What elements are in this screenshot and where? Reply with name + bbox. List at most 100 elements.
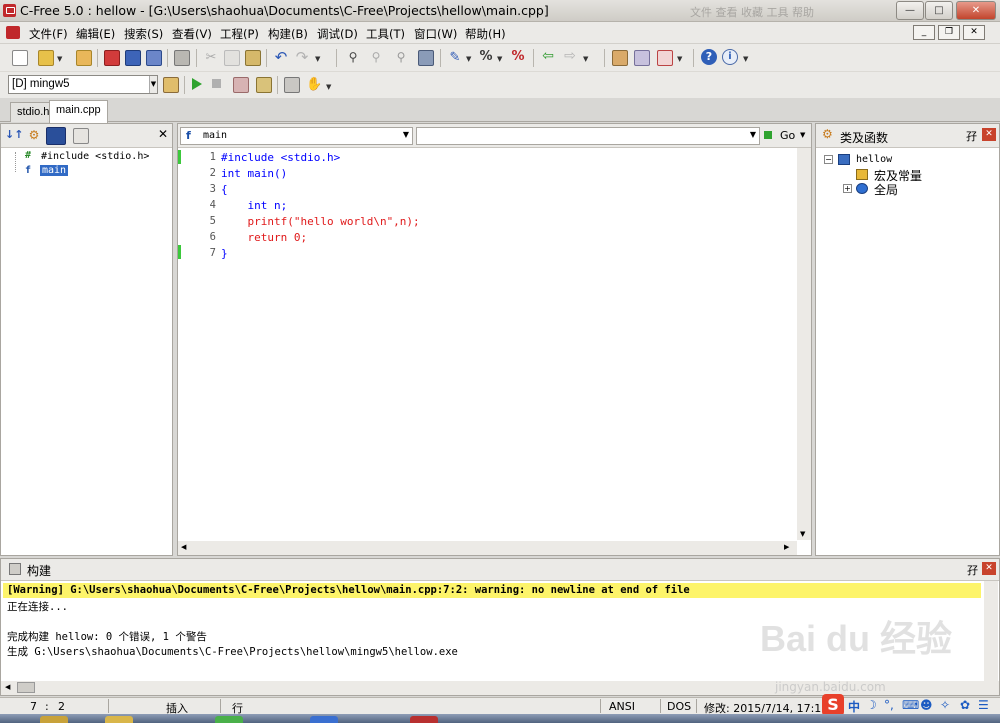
menu-help[interactable]: 帮助(H) <box>465 26 506 42</box>
build-dropdown-icon[interactable]: ▼ <box>677 55 682 63</box>
pin-icon[interactable]: 孖 <box>967 562 978 578</box>
tree-view-icon[interactable] <box>46 127 66 145</box>
ime-chinese-icon[interactable]: 中 <box>848 698 860 715</box>
taskbar-app-icon[interactable] <box>310 716 338 723</box>
panel-close-icon[interactable]: ✕ <box>158 127 168 141</box>
tab-main-cpp[interactable]: main.cpp <box>49 100 108 123</box>
menu-file[interactable]: 文件(F) <box>29 26 68 42</box>
expand-icon[interactable]: + <box>843 184 852 193</box>
link-icon[interactable] <box>634 50 650 66</box>
ime-punct-icon[interactable]: °, <box>884 698 894 712</box>
undo-icon[interactable]: ↶ <box>273 48 289 66</box>
build-output-line[interactable]: [Warning] G:\Users\shaohua\Documents\C-F… <box>7 584 690 596</box>
find-icon[interactable]: ⚲ <box>345 50 361 66</box>
ime-user-icon[interactable]: ☻ <box>920 698 933 712</box>
mdi-close-button[interactable]: ✕ <box>963 25 985 40</box>
open-dropdown-icon[interactable]: ▼ <box>57 55 62 63</box>
go-dropdown-icon[interactable]: ▼ <box>800 131 805 139</box>
comment-icon[interactable]: % <box>478 49 494 65</box>
ime-moon-icon[interactable]: ☽ <box>866 698 877 712</box>
close-button[interactable]: ✕ <box>956 1 996 20</box>
menu-view[interactable]: 查看(V) <box>172 26 212 42</box>
debug-dropdown-icon[interactable]: ▼ <box>326 83 331 91</box>
symbol-combo-arrow-icon[interactable]: ▼ <box>750 130 756 139</box>
save-all-icon[interactable] <box>146 50 162 66</box>
cut-icon[interactable]: ✂ <box>203 50 219 66</box>
menu-debug[interactable]: 调试(D) <box>317 26 358 42</box>
sort-az-icon[interactable]: ↓↑ <box>5 128 23 141</box>
replace-icon[interactable]: ⚲ <box>393 50 409 66</box>
minimize-button[interactable]: — <box>896 1 924 20</box>
build-vertical-scrollbar[interactable] <box>984 581 998 681</box>
menu-search[interactable]: 搜索(S) <box>124 26 163 42</box>
tree-item-include[interactable]: #include <stdio.h> <box>41 151 149 162</box>
taskbar-cfree-icon[interactable] <box>410 716 438 723</box>
taskbar-app-icon[interactable] <box>215 716 243 723</box>
bookmark-dropdown-icon[interactable]: ▼ <box>466 55 471 63</box>
hand-icon[interactable]: ✋ <box>306 77 322 93</box>
menu-project[interactable]: 工程(P) <box>220 26 259 42</box>
close-file-icon[interactable] <box>104 50 120 66</box>
collapse-icon[interactable]: − <box>824 155 833 164</box>
pin-icon[interactable]: 孖 <box>966 128 977 144</box>
stop-build-icon[interactable] <box>657 50 673 66</box>
function-combo-arrow-icon[interactable]: ▼ <box>403 130 409 139</box>
run-icon[interactable] <box>192 78 202 90</box>
forward-dropdown-icon[interactable]: ▼ <box>583 55 588 63</box>
open-folder-icon[interactable] <box>38 50 54 66</box>
scroll-thumb[interactable] <box>17 682 35 693</box>
paste-icon[interactable] <box>245 50 261 66</box>
editor-vertical-scrollbar[interactable]: ▼ <box>797 148 811 540</box>
menu-tools[interactable]: 工具(T) <box>366 26 405 42</box>
tree-item-main[interactable]: main <box>40 165 69 176</box>
rebuild-icon[interactable] <box>256 77 272 93</box>
forward-arrow-icon[interactable]: ⇨ <box>562 48 578 64</box>
ime-skin-icon[interactable]: ✿ <box>960 698 970 712</box>
compile-icon[interactable] <box>612 50 628 66</box>
compiler-dropdown-icon[interactable]: ▼ <box>149 76 157 93</box>
build-icon[interactable] <box>233 77 249 93</box>
ime-tools-icon[interactable]: ✧ <box>940 698 950 712</box>
tree-item-hellow[interactable]: hellow <box>856 154 892 165</box>
go-icon[interactable] <box>764 131 772 139</box>
print-icon[interactable] <box>174 50 190 66</box>
new-file-icon[interactable] <box>12 50 28 66</box>
open-project-icon[interactable] <box>76 50 92 66</box>
scroll-left-icon[interactable]: ◀ <box>181 543 186 551</box>
compiler-settings-icon[interactable] <box>163 77 179 93</box>
scroll-right-icon[interactable]: ▶ <box>784 543 789 551</box>
editor-horizontal-scrollbar[interactable]: ◀ ▶ <box>178 541 797 555</box>
code-area[interactable]: #include <stdio.h> int main() { int n; p… <box>221 148 811 538</box>
compiler-select[interactable]: [D] mingw5 ▼ <box>8 75 158 94</box>
scroll-left-icon[interactable]: ◀ <box>5 683 10 691</box>
find-next-icon[interactable]: ⚲ <box>368 50 384 66</box>
stop-icon[interactable] <box>212 79 221 88</box>
back-arrow-icon[interactable]: ⇦ <box>540 48 556 64</box>
panel-close-icon[interactable]: ✕ <box>982 128 996 141</box>
menu-edit[interactable]: 编辑(E) <box>76 26 115 42</box>
symbol-combo[interactable]: ▼ <box>416 127 760 145</box>
taskbar-explorer-icon[interactable] <box>40 716 68 723</box>
redo-icon[interactable]: ↷ <box>294 48 310 66</box>
taskbar-folder-icon[interactable] <box>105 716 133 723</box>
comment-dropdown-icon[interactable]: ▼ <box>497 55 502 63</box>
redo-dropdown-icon[interactable]: ▼ <box>315 55 320 63</box>
function-combo[interactable]: f main ▼ <box>180 127 413 145</box>
go-button[interactable]: Go <box>780 129 795 142</box>
ime-keyboard-icon[interactable]: ⌨ <box>902 698 919 712</box>
menu-window[interactable]: 窗口(W) <box>414 26 457 42</box>
help-icon[interactable]: ? <box>701 49 717 65</box>
scroll-down-icon[interactable]: ▼ <box>800 530 805 538</box>
panel-close-icon[interactable]: ✕ <box>982 562 996 575</box>
copy-icon[interactable] <box>224 50 240 66</box>
mdi-minimize-button[interactable]: _ <box>913 25 935 40</box>
list-view-icon[interactable] <box>73 128 89 144</box>
sogou-ime-icon[interactable]: S <box>822 694 844 716</box>
info-icon[interactable]: i <box>722 49 738 65</box>
help-dropdown-icon[interactable]: ▼ <box>743 55 748 63</box>
uncomment-icon[interactable]: % <box>510 49 526 65</box>
mdi-restore-button[interactable]: ❐ <box>938 25 960 40</box>
category-icon[interactable]: ⚙ <box>26 128 42 144</box>
maximize-button[interactable]: □ <box>925 1 953 20</box>
find-in-files-icon[interactable] <box>418 50 434 66</box>
